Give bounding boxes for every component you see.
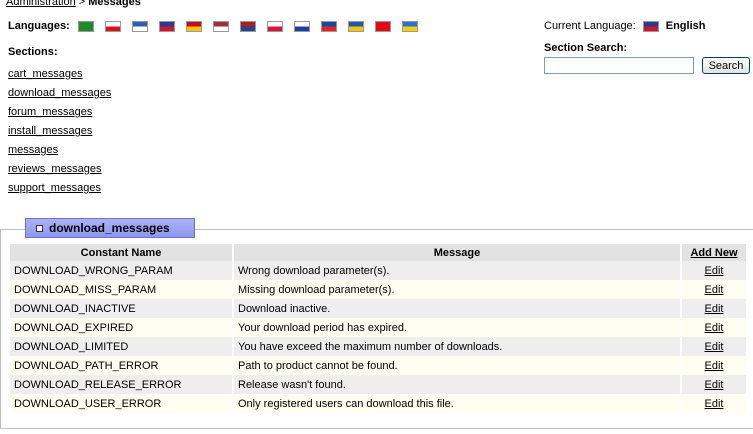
flag-uk-icon[interactable] bbox=[158, 20, 175, 32]
flag-sweden-icon[interactable] bbox=[347, 20, 364, 32]
edit-cell: Edit bbox=[682, 356, 748, 375]
flag-slovakia-icon[interactable] bbox=[320, 20, 337, 32]
flag-list bbox=[77, 20, 429, 32]
constant-name-cell: DOWNLOAD_WRONG_PARAM bbox=[10, 261, 234, 280]
current-language-name: English bbox=[665, 20, 706, 32]
edit-link[interactable]: Edit bbox=[705, 265, 724, 277]
table-row: DOWNLOAD_RELEASE_ERROR Release wasn't fou… bbox=[10, 375, 748, 394]
message-cell: Release wasn't found. bbox=[234, 375, 682, 394]
edit-cell: Edit bbox=[682, 337, 748, 356]
message-cell: Path to product cannot be found. bbox=[234, 356, 682, 375]
table-row: DOWNLOAD_INACTIVE Download inactive. Edit bbox=[10, 299, 748, 318]
breadcrumb-current: Messages bbox=[88, 0, 141, 8]
flag-russia-icon[interactable] bbox=[293, 20, 310, 32]
language-selector: Languages: bbox=[8, 18, 429, 34]
section-link-messages[interactable]: messages bbox=[8, 144, 111, 163]
edit-link[interactable]: Edit bbox=[705, 322, 724, 334]
section-link-forum-messages[interactable]: forum_messages bbox=[8, 106, 111, 125]
flag-greece-icon[interactable] bbox=[131, 20, 148, 32]
flag-uk-icon bbox=[642, 20, 659, 32]
search-button[interactable]: Search bbox=[702, 57, 750, 74]
constant-name-cell: DOWNLOAD_RELEASE_ERROR bbox=[10, 375, 234, 394]
constant-name-cell: DOWNLOAD_USER_ERROR bbox=[10, 394, 234, 413]
message-cell: Wrong download parameter(s). bbox=[234, 261, 682, 280]
panel-title: download_messages bbox=[49, 221, 170, 235]
table-row: DOWNLOAD_LIMITED You have exceed the maxi… bbox=[10, 337, 748, 356]
edit-cell: Edit bbox=[682, 261, 748, 280]
flag-spain-icon[interactable] bbox=[185, 20, 202, 32]
section-link-support-messages[interactable]: support_messages bbox=[8, 182, 111, 201]
section-list: cart_messages download_messages forum_mess… bbox=[8, 68, 111, 201]
section-search-title: Section Search: bbox=[544, 42, 628, 54]
edit-link[interactable]: Edit bbox=[705, 379, 724, 391]
edit-link[interactable]: Edit bbox=[705, 341, 724, 353]
languages-label: Languages: bbox=[8, 20, 70, 32]
table-row: DOWNLOAD_MISS_PARAM Missing download para… bbox=[10, 280, 748, 299]
edit-cell: Edit bbox=[682, 375, 748, 394]
edit-link[interactable]: Edit bbox=[705, 284, 724, 296]
current-language: Current Language: English bbox=[544, 20, 705, 32]
table-row: DOWNLOAD_PATH_ERROR Path to product canno… bbox=[10, 356, 748, 375]
message-cell: You have exceed the maximum number of do… bbox=[234, 337, 682, 356]
flag-czech-icon[interactable] bbox=[104, 20, 121, 32]
constant-name-cell: DOWNLOAD_LIMITED bbox=[10, 337, 234, 356]
edit-link[interactable]: Edit bbox=[705, 360, 724, 372]
edit-cell: Edit bbox=[682, 280, 748, 299]
breadcrumb-separator: > bbox=[75, 0, 89, 8]
message-cell: Only registered users can download this … bbox=[234, 394, 682, 413]
messages-table: Constant Name Message Add New DOWNLOAD_W… bbox=[10, 244, 748, 413]
flag-poland-icon[interactable] bbox=[266, 20, 283, 32]
collapse-icon[interactable] bbox=[36, 224, 43, 232]
message-cell: Missing download parameter(s). bbox=[234, 280, 682, 299]
panel-tab: download_messages bbox=[25, 218, 195, 238]
message-cell: Download inactive. bbox=[234, 299, 682, 318]
edit-cell: Edit bbox=[682, 394, 748, 413]
section-link-install-messages[interactable]: install_messages bbox=[8, 125, 111, 144]
section-link-reviews-messages[interactable]: reviews_messages bbox=[8, 163, 111, 182]
flag-netherlands-icon[interactable] bbox=[239, 20, 256, 32]
edit-link[interactable]: Edit bbox=[705, 303, 724, 315]
edit-link[interactable]: Edit bbox=[705, 398, 724, 410]
breadcrumb-administration-link[interactable]: Administration bbox=[6, 0, 76, 8]
edit-cell: Edit bbox=[682, 318, 748, 337]
add-new-link[interactable]: Add New bbox=[682, 244, 748, 261]
table-row: DOWNLOAD_EXPIRED Your download period has… bbox=[10, 318, 748, 337]
section-link-download-messages[interactable]: download_messages bbox=[8, 87, 111, 106]
section-search-input[interactable] bbox=[544, 57, 694, 74]
current-language-label: Current Language: bbox=[544, 20, 636, 32]
breadcrumb: Administration > Messages bbox=[6, 0, 141, 9]
constant-name-cell: DOWNLOAD_MISS_PARAM bbox=[10, 280, 234, 299]
header-message: Message bbox=[234, 244, 682, 261]
flag-turkey-icon[interactable] bbox=[374, 20, 391, 32]
edit-cell: Edit bbox=[682, 299, 748, 318]
flag-latvia-icon[interactable] bbox=[212, 20, 229, 32]
flag-saudi-arabia-icon[interactable] bbox=[77, 20, 94, 32]
constant-name-cell: DOWNLOAD_INACTIVE bbox=[10, 299, 234, 318]
section-link-cart-messages[interactable]: cart_messages bbox=[8, 68, 111, 87]
message-cell: Your download period has expired. bbox=[234, 318, 682, 337]
table-row: DOWNLOAD_USER_ERROR Only registered users… bbox=[10, 394, 748, 413]
header-constant-name: Constant Name bbox=[10, 244, 234, 261]
table-row: DOWNLOAD_WRONG_PARAM Wrong download param… bbox=[10, 261, 748, 280]
constant-name-cell: DOWNLOAD_PATH_ERROR bbox=[10, 356, 234, 375]
constant-name-cell: DOWNLOAD_EXPIRED bbox=[10, 318, 234, 337]
flag-ukraine-icon[interactable] bbox=[401, 20, 418, 32]
sections-title: Sections: bbox=[8, 46, 58, 58]
